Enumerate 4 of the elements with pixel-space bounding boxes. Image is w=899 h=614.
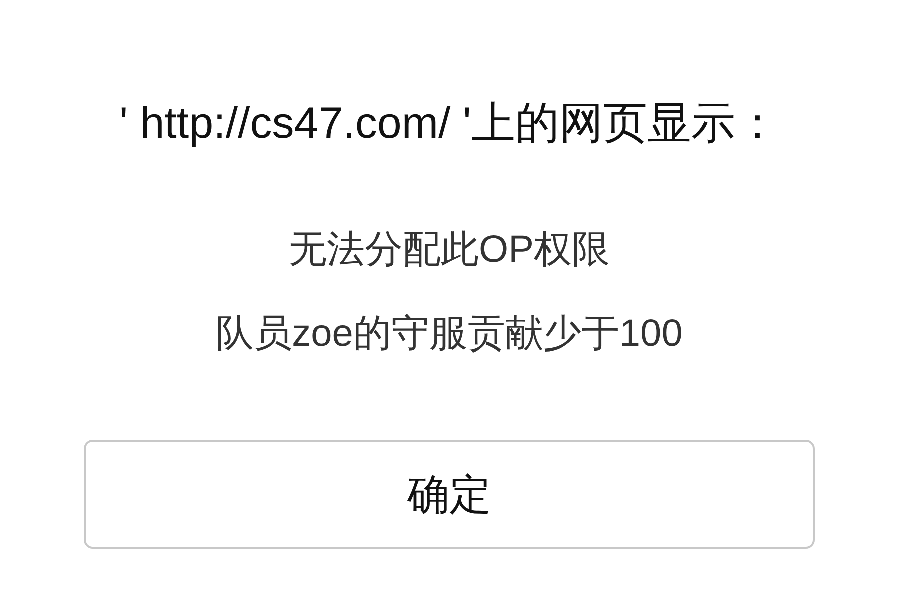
message-text: 队员zoe的守服贡献少于100 bbox=[216, 312, 683, 356]
message-text: 无法分配此OP权限 bbox=[289, 228, 610, 272]
dialog-title: ' http://cs47.com/ '上的网页显示： bbox=[120, 98, 780, 150]
ok-button[interactable]: 确定 bbox=[84, 440, 815, 549]
